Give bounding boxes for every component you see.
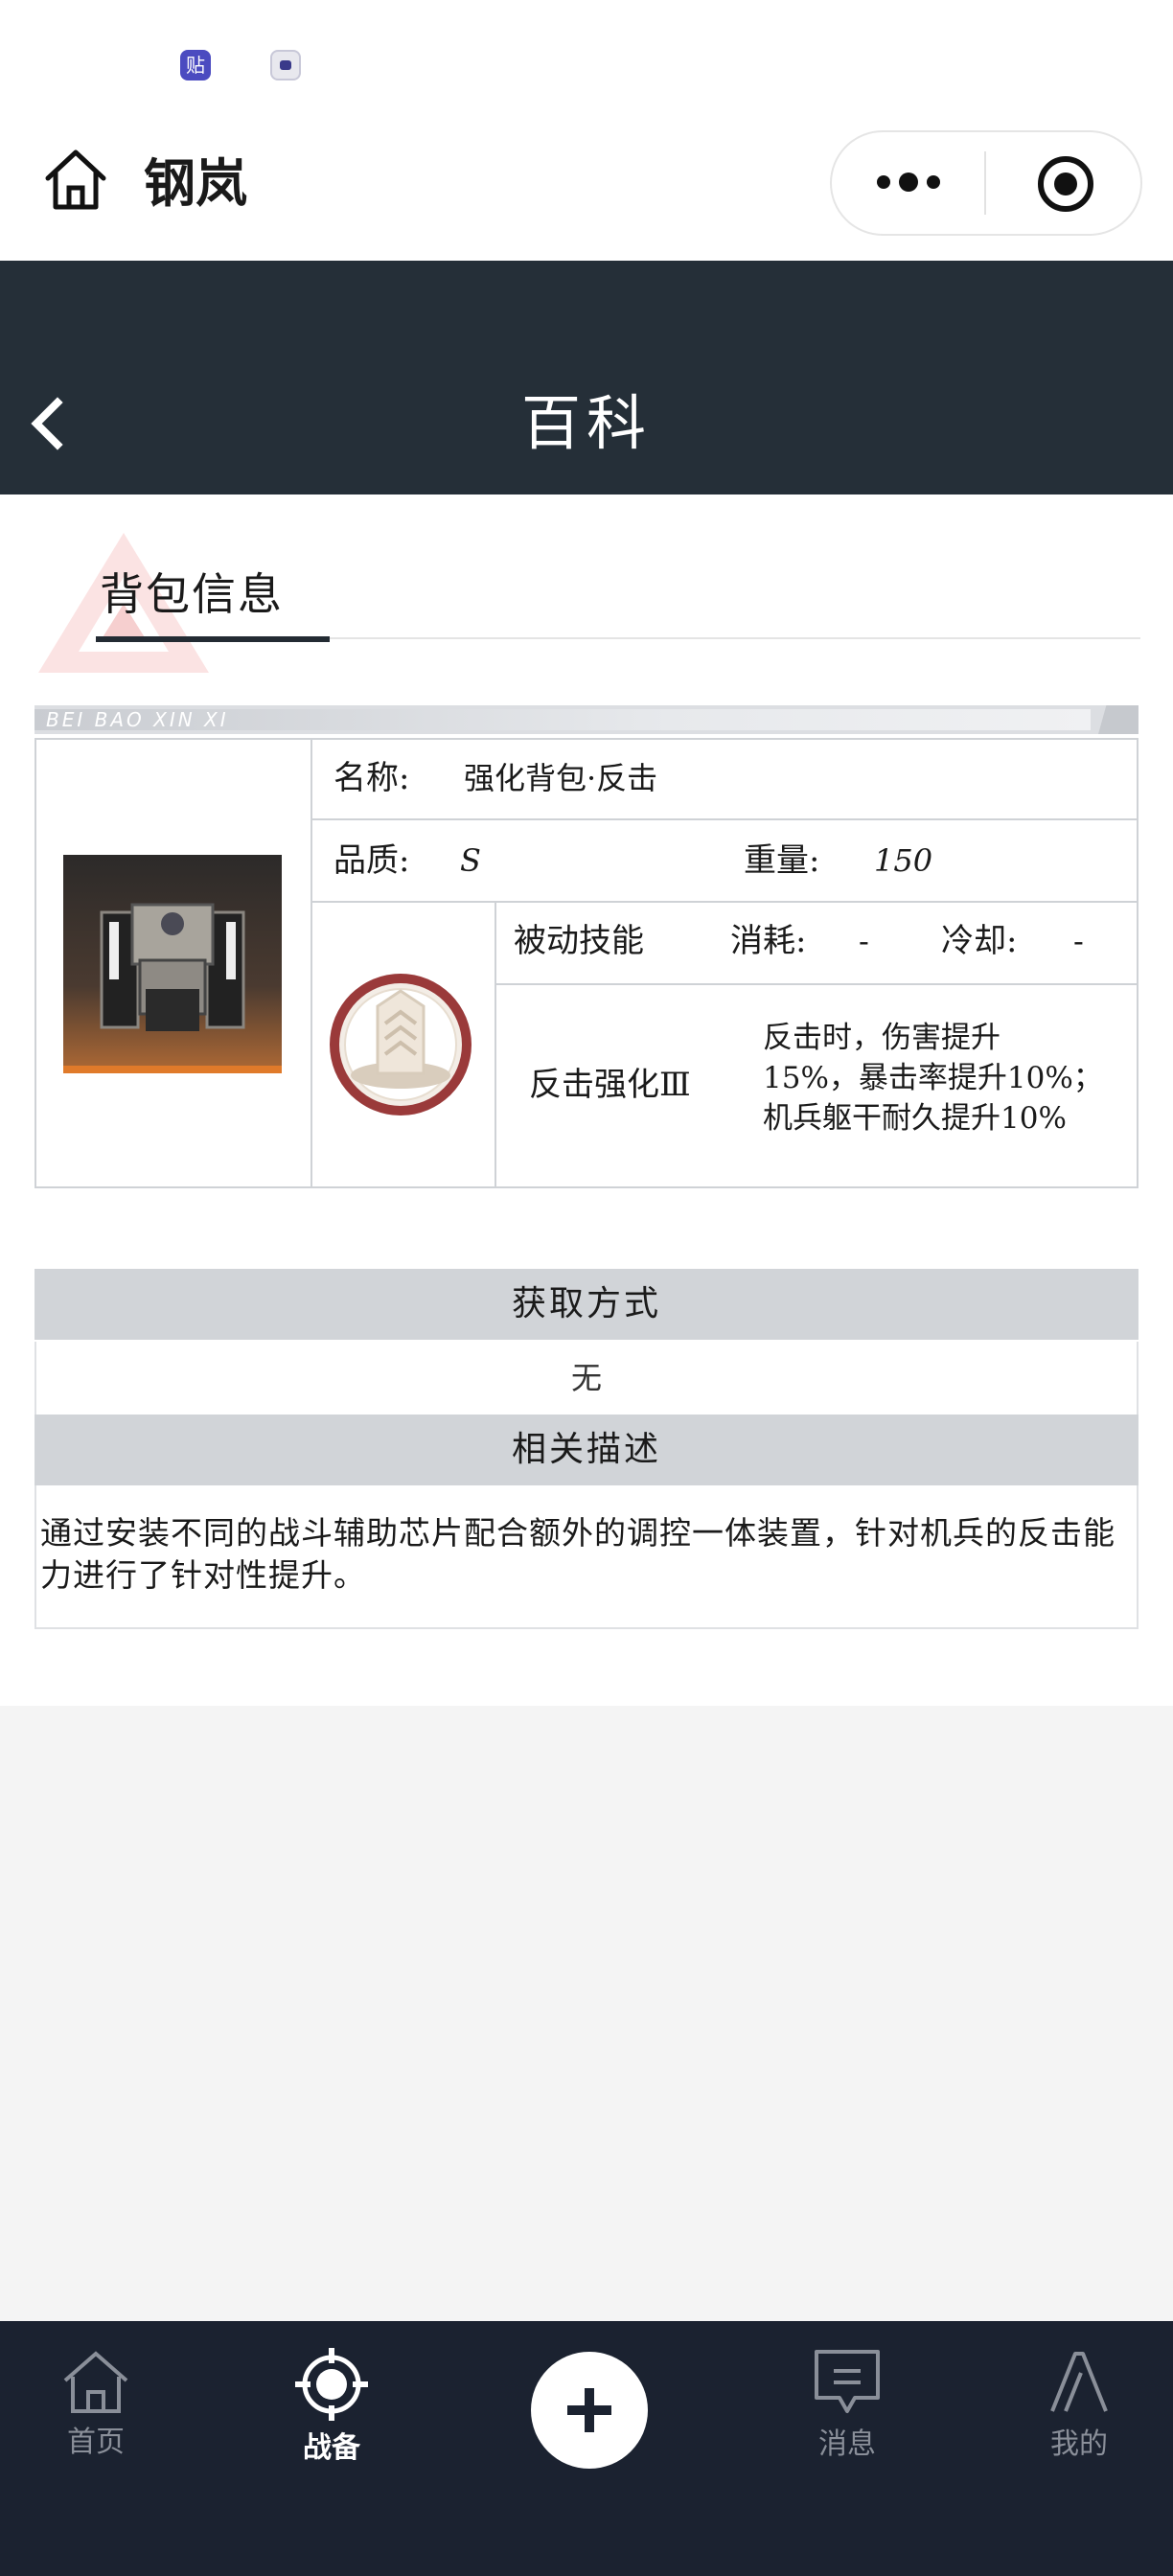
skill-name: 反击强化Ⅲ xyxy=(529,1066,691,1104)
message-icon xyxy=(815,2350,880,2413)
description-header: 相关描述 xyxy=(34,1414,1138,1485)
notification-badge-icon: 贴 xyxy=(180,50,211,80)
more-dots-icon[interactable] xyxy=(872,165,945,199)
tab-home[interactable]: 首页 xyxy=(10,2348,182,2463)
skill-description-line: 机兵躯干耐久提升10% xyxy=(763,1101,1067,1136)
skill-type: 被动技能 xyxy=(514,922,644,960)
capsule-divider xyxy=(984,151,986,215)
tab-label: 消息 xyxy=(818,2427,876,2461)
cooldown-value: - xyxy=(1073,923,1084,959)
obtain-value: 无 xyxy=(34,1342,1138,1414)
item-image xyxy=(63,855,282,1073)
tab-profile[interactable]: 我的 xyxy=(993,2348,1165,2465)
app-title: 钢岚 xyxy=(144,152,247,214)
target-icon[interactable] xyxy=(1035,153,1096,215)
skill-description-line: 反击时，伤害提升 xyxy=(763,1021,1000,1055)
obtain-header: 获取方式 xyxy=(34,1269,1138,1340)
skill-icon xyxy=(330,974,472,1116)
weight-value: 150 xyxy=(874,842,933,879)
section-title: 背包信息 xyxy=(100,568,284,620)
tab-battle-prep[interactable]: 战备 xyxy=(245,2348,418,2469)
skill-description-line: 15%，暴击率提升10%； xyxy=(763,1061,1103,1095)
name-value: 强化背包·反击 xyxy=(464,760,658,796)
home-icon[interactable] xyxy=(40,144,111,215)
app-notification-icon xyxy=(270,50,301,80)
tab-label: 战备 xyxy=(303,2431,360,2465)
name-label: 名称: xyxy=(334,759,410,797)
tab-label: 我的 xyxy=(1050,2427,1108,2461)
home-icon xyxy=(63,2351,128,2413)
status-bar xyxy=(0,0,1173,128)
section-strip-text: BEI BAO XIN XI xyxy=(46,708,229,731)
profile-logo-icon xyxy=(1050,2352,1108,2412)
quality-row xyxy=(310,818,1138,903)
skill-description: 反击时，伤害提升 15%，暴击率提升10%； 机兵躯干耐久提升10% xyxy=(763,1018,1117,1138)
create-post-button[interactable] xyxy=(531,2352,648,2469)
quality-value: S xyxy=(460,842,481,879)
quality-label: 品质: xyxy=(334,841,410,880)
page-title: 百科 xyxy=(520,388,652,458)
description-text: 通过安装不同的战斗辅助芯片配合额外的调控一体装置，针对机兵的反击能力进行了针对性… xyxy=(40,1514,1116,1594)
cooldown-label: 冷却: xyxy=(941,922,1018,960)
cost-label: 消耗: xyxy=(730,922,807,960)
cost-value: - xyxy=(859,923,869,959)
name-row xyxy=(310,738,1138,820)
plus-icon xyxy=(567,2388,611,2432)
weight-label: 重量: xyxy=(744,841,820,880)
tab-label: 首页 xyxy=(67,2426,125,2459)
crosshair-icon xyxy=(295,2348,368,2421)
description-row: 通过安装不同的战斗辅助芯片配合额外的调控一体装置，针对机兵的反击能力进行了针对性… xyxy=(34,1485,1138,1629)
tab-messages[interactable]: 消息 xyxy=(761,2348,933,2465)
section-title-underline xyxy=(96,636,330,642)
